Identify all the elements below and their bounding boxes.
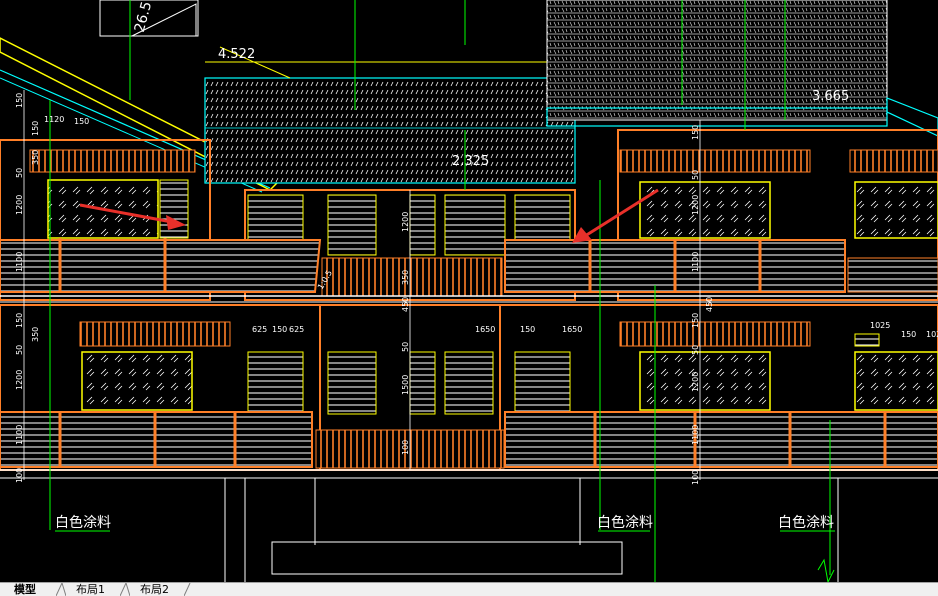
layout-tab-bar: 模型 布局1 布局2 (0, 582, 938, 596)
mid-dim-left-1: 150 (272, 325, 287, 334)
vdim-center-2: 450 (401, 297, 410, 312)
vdim-left-11: 100 (15, 468, 24, 483)
vdim-right-9: 100 (691, 470, 700, 485)
tab-layout1[interactable]: 布局1 (76, 583, 105, 596)
vdim-right-1: 50 (691, 170, 700, 180)
mid-dim-right-0: 1025 (870, 321, 890, 330)
vdim-left-8: 50 (15, 345, 24, 355)
central-roof: 4.522 2.325 (204, 46, 576, 184)
mid-dim-center-1: 150 (520, 325, 535, 334)
tab-divider-icon (184, 583, 191, 596)
vdim-center-3: 50 (401, 342, 410, 352)
mid-dim-center-2: 1650 (562, 325, 582, 334)
tab-divider-icon (56, 583, 66, 596)
vdim-right-3: 1100 (691, 252, 700, 272)
vdim-right-7: 1200 (691, 372, 700, 392)
vdim-center-1: 350 (401, 270, 410, 285)
vdim-center-0: 1200 (401, 212, 410, 232)
vdim-center-4: 1500 (401, 375, 410, 395)
roof-angle-label: 26.57° (132, 0, 160, 34)
tab-model[interactable]: 模型 (14, 583, 36, 596)
tab-divider-icon (120, 583, 130, 596)
vdim-left-9: 1200 (15, 370, 24, 390)
mid-dim-left-2: 625 (289, 325, 304, 334)
vdim-right-6: 50 (691, 345, 700, 355)
dim-right: 3.665 (812, 89, 849, 104)
vdim-right-4: 150 (691, 313, 700, 328)
vdim-left-4: 1200 (15, 195, 24, 215)
vdim-left-3: 50 (15, 168, 24, 178)
upper-dim-150: 150 (74, 117, 89, 126)
vdim-left-5: 1100 (15, 252, 24, 272)
vdim-left-0: 150 (15, 93, 24, 108)
dim-left: 4.522 (218, 47, 255, 62)
vdim-left-6: 150 (15, 313, 24, 328)
model-space-canvas[interactable]: 26.57° 4.522 2.325 3.665 1120 150 150 15… (0, 0, 938, 582)
vdim-right-2: 1200 (691, 195, 700, 215)
material-label-3: 白色涂料 (778, 514, 834, 531)
elevation-drawing[interactable]: 26.57° 4.522 2.325 3.665 1120 150 150 15… (0, 0, 938, 582)
material-label-1: 白色涂料 (55, 514, 111, 531)
vdim-left-1: 150 (31, 121, 40, 136)
vdim-right-0: 150 (691, 125, 700, 140)
vdim-right-8: 1100 (691, 425, 700, 445)
mid-dim-right-2: 102 (926, 330, 938, 339)
dim-mid: 2.325 (452, 154, 489, 169)
break-line (817, 558, 835, 582)
vdim-center-5: 100 (401, 440, 410, 455)
tab-layout2[interactable]: 布局2 (140, 583, 169, 596)
roof-angle-marker: 26.57° (99, 0, 199, 37)
material-labels: 白色涂料 白色涂料 白色涂料 (55, 514, 834, 531)
mid-dim-left-0: 625 (252, 325, 267, 334)
right-upper-roof: 3.665 (546, 0, 938, 137)
material-label-2: 白色涂料 (597, 514, 653, 531)
vdim-left-10: 1100 (15, 425, 24, 445)
mid-dim-right-1: 150 (901, 330, 916, 339)
mid-dim-center-0: 1650 (475, 325, 495, 334)
vdim-left-7: 350 (31, 327, 40, 342)
vdim-right-5: 450 (705, 297, 714, 312)
vdim-left-2: 350 (31, 150, 40, 165)
upper-dim-1120: 1120 (44, 115, 64, 124)
